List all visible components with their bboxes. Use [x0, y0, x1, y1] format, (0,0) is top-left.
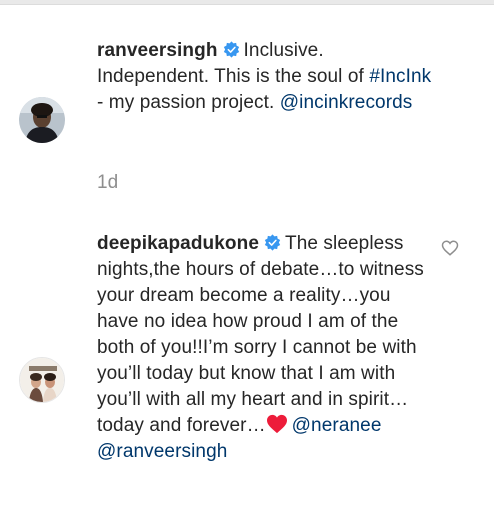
avatar[interactable] — [19, 97, 65, 143]
verified-badge-icon — [264, 234, 281, 251]
heart-outline-icon[interactable] — [441, 239, 459, 257]
hashtag-link[interactable]: #IncInk — [369, 66, 431, 87]
mention-link-neranee[interactable]: @neranee — [292, 415, 382, 436]
red-heart-emoji-icon — [266, 414, 287, 434]
top-divider — [0, 0, 494, 5]
username-link[interactable]: deepikapadukone — [97, 233, 259, 254]
comment-text: The sleepless nights,the hours of debate… — [97, 233, 424, 436]
verified-badge-icon — [223, 41, 239, 58]
mention-link-ranveersingh[interactable]: @ranveersingh — [97, 441, 227, 462]
comment-timestamp[interactable]: 1d — [97, 172, 118, 194]
avatar-magazine-photo-icon — [20, 358, 64, 402]
avatar[interactable] — [19, 357, 65, 403]
mention-link[interactable]: @incinkrecords — [280, 92, 413, 113]
comment-text-continued: - my passion project. — [97, 92, 275, 113]
comment-body: ranveersingh Inclusive. Independent. This… — [97, 38, 437, 116]
avatar-man-photo-icon — [19, 97, 65, 143]
username-link[interactable]: ranveersingh — [97, 40, 218, 61]
comment-body: deepikapadukone The sleepless nights,the … — [97, 231, 437, 465]
